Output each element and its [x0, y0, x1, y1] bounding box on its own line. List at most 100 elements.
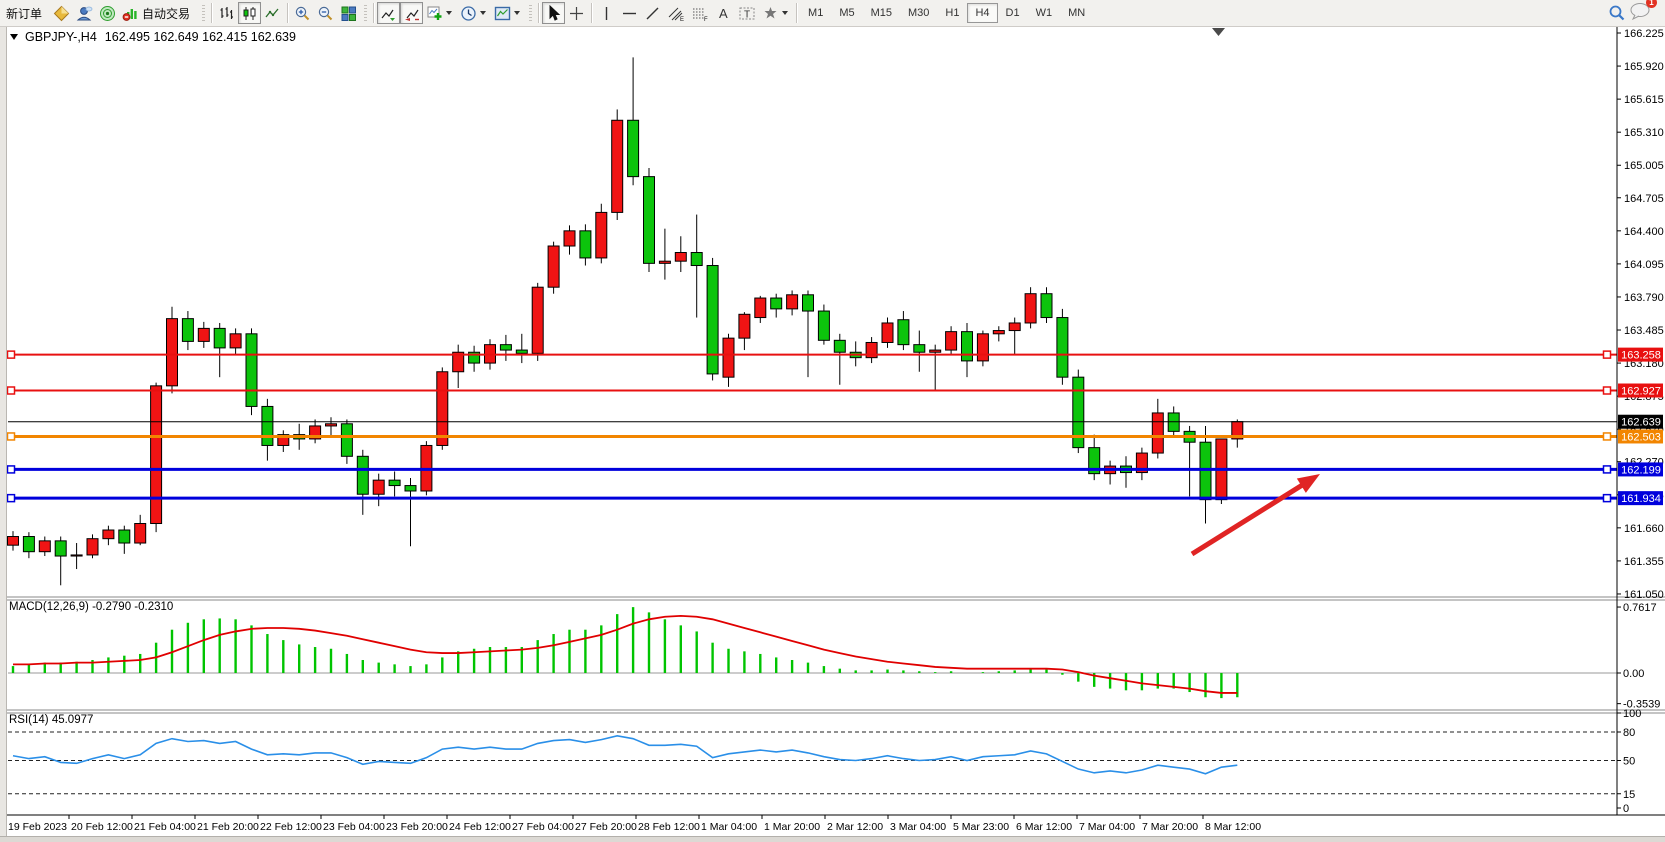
- price-tick-label: 165.310: [1624, 127, 1664, 139]
- trendline-tool[interactable]: [641, 2, 664, 24]
- candle-bearish: [55, 541, 66, 556]
- price-tick-label: 165.005: [1624, 160, 1664, 172]
- time-tick-label: 27 Feb 04:00: [512, 821, 574, 833]
- crosshair-button[interactable]: [565, 2, 588, 24]
- hline-handle[interactable]: [8, 495, 15, 502]
- add-indicator-icon: [426, 5, 443, 22]
- new-order-button[interactable]: 新订单: [0, 2, 50, 24]
- hline-handle[interactable]: [8, 351, 15, 358]
- periods-dropdown-caret[interactable]: [480, 11, 486, 15]
- templates-button[interactable]: [491, 2, 525, 24]
- zoom-in-button[interactable]: [291, 2, 314, 24]
- timeframe-m5[interactable]: M5: [831, 3, 862, 23]
- toolbar-grip: [202, 5, 205, 21]
- search-button[interactable]: [1605, 2, 1629, 24]
- text-label-tool[interactable]: T: [735, 2, 759, 24]
- candle-bullish: [8, 537, 19, 546]
- timeframe-m1[interactable]: M1: [800, 3, 831, 23]
- arrow-shapes-icon: [762, 5, 779, 22]
- candlestick-chart-button[interactable]: [238, 2, 261, 24]
- rsi-axis-label: 0: [1623, 803, 1629, 815]
- horizontal-line-tool[interactable]: [618, 2, 641, 24]
- timeframe-d1[interactable]: D1: [998, 3, 1028, 23]
- indicators-button[interactable]: [423, 2, 457, 24]
- hline-handle[interactable]: [1604, 495, 1611, 502]
- symbol-period-label: GBPJPY-,H4: [25, 30, 97, 44]
- hline-handle[interactable]: [8, 466, 15, 473]
- hline-handle[interactable]: [1604, 433, 1611, 440]
- toolbar-separator: [591, 3, 592, 23]
- text-tool[interactable]: A: [712, 2, 735, 24]
- candle-bullish: [71, 555, 82, 556]
- indicators-dropdown-caret[interactable]: [446, 11, 452, 15]
- macd-axis-label: 0.7617: [1623, 602, 1657, 614]
- hline-handle[interactable]: [8, 387, 15, 394]
- price-tag-value: 162.503: [1621, 431, 1661, 443]
- chart-shift-marker-icon[interactable]: [1212, 28, 1225, 36]
- chat-button[interactable]: 1: [1629, 1, 1651, 26]
- price-tick-label: 164.400: [1624, 226, 1664, 238]
- fibonacci-icon: F: [691, 5, 709, 22]
- timeframe-group: M1M5M15M30H1H4D1W1MN: [800, 3, 1093, 23]
- line-chart-button[interactable]: [261, 2, 284, 24]
- price-tick-label: 163.485: [1624, 325, 1664, 337]
- hline-handle[interactable]: [1604, 466, 1611, 473]
- price-tag-162.927: 162.927: [1618, 384, 1663, 398]
- candle-bullish: [946, 332, 957, 350]
- auto-scroll-button[interactable]: [377, 2, 400, 24]
- candle-bearish: [389, 480, 400, 485]
- arrow-head[interactable]: [1297, 474, 1320, 493]
- candle-bullish: [930, 350, 941, 352]
- candle-bullish: [167, 319, 178, 386]
- cursor-button[interactable]: [542, 2, 565, 24]
- timeframe-h4[interactable]: H4: [967, 3, 997, 23]
- bar-chart-button[interactable]: [215, 2, 238, 24]
- collapse-triangle-icon[interactable]: [10, 34, 18, 40]
- price-tick-label: 165.920: [1624, 61, 1664, 73]
- timeframe-h1[interactable]: H1: [937, 3, 967, 23]
- price-tag-value: 162.927: [1621, 386, 1661, 398]
- svg-text:E: E: [680, 17, 684, 22]
- toolbar-grip: [364, 5, 367, 21]
- hline-handle[interactable]: [8, 433, 15, 440]
- crosshair-icon: [568, 5, 585, 22]
- timeframe-m15[interactable]: M15: [863, 3, 900, 23]
- autotrading-button[interactable]: 自动交易: [119, 2, 198, 24]
- chart-shift-icon: [403, 5, 420, 22]
- chart-shift-button[interactable]: [400, 2, 423, 24]
- time-tick-label: 3 Mar 04:00: [890, 821, 946, 833]
- zoom-out-button[interactable]: [314, 2, 337, 24]
- timeframe-mn[interactable]: MN: [1060, 3, 1093, 23]
- accounts-button[interactable]: [73, 2, 96, 24]
- price-tag-162.639: 162.639: [1618, 415, 1663, 429]
- rsi-indicator-label: RSI(14) 45.0977: [9, 714, 93, 726]
- new-order-label: 新订单: [6, 5, 42, 22]
- fibonacci-tool[interactable]: F: [688, 2, 712, 24]
- periods-button[interactable]: [457, 2, 491, 24]
- ohlc-values: 162.495 162.649 162.415 162.639: [105, 30, 296, 44]
- tile-windows-button[interactable]: [337, 2, 360, 24]
- hline-handle[interactable]: [1604, 387, 1611, 394]
- timeframe-m30[interactable]: M30: [900, 3, 937, 23]
- candle-bearish: [182, 319, 193, 342]
- autotrading-icon: [122, 5, 139, 22]
- price-tag-163.258: 163.258: [1618, 348, 1663, 362]
- price-tag-162.199: 162.199: [1618, 462, 1663, 476]
- market-watch-button[interactable]: [50, 2, 73, 24]
- templates-dropdown-caret[interactable]: [514, 11, 520, 15]
- template-icon: [494, 5, 511, 22]
- vertical-line-tool[interactable]: [595, 2, 618, 24]
- candle-bearish: [1041, 294, 1052, 318]
- time-tick-label: 21 Feb 04:00: [134, 821, 196, 833]
- time-tick-label: 5 Mar 23:00: [953, 821, 1009, 833]
- arrows-dropdown-caret[interactable]: [782, 11, 788, 15]
- macd-axis-label: 0.00: [1623, 668, 1644, 680]
- chart-plot-area[interactable]: 166.225165.920165.615165.310165.005164.7…: [0, 0, 1665, 842]
- timeframe-w1[interactable]: W1: [1028, 3, 1061, 23]
- auto-scroll-icon: [380, 5, 397, 22]
- candle-bullish: [103, 530, 114, 539]
- signals-button[interactable]: [96, 2, 119, 24]
- channel-tool[interactable]: E: [664, 2, 688, 24]
- hline-handle[interactable]: [1604, 351, 1611, 358]
- arrows-tool[interactable]: [759, 2, 793, 24]
